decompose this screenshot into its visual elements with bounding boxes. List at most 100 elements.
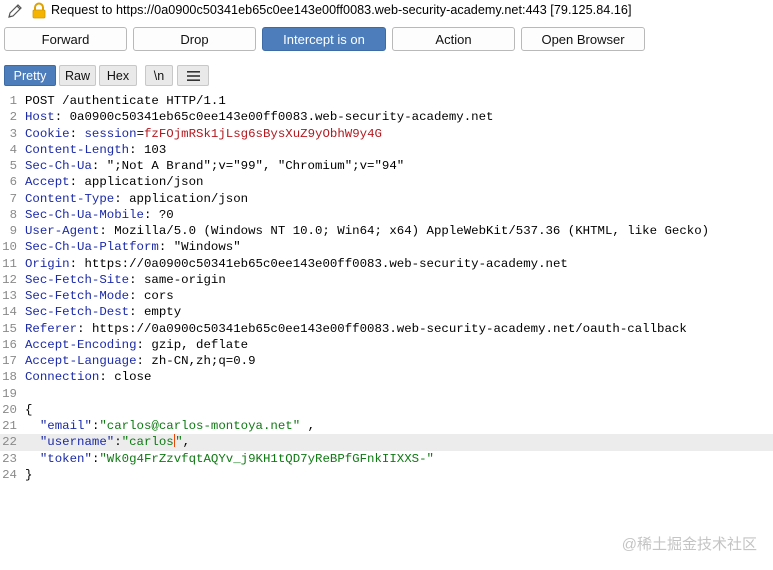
editor-line[interactable]: 16 Accept-Encoding: gzip, deflate: [0, 337, 773, 353]
tab-newline-toggle[interactable]: \n: [145, 65, 173, 86]
line-number: 20: [2, 402, 17, 417]
line-content: Sec-Ch-Ua-Platform: "Windows": [25, 240, 241, 255]
tab-pretty[interactable]: Pretty: [4, 65, 56, 86]
line-number: 6: [9, 175, 17, 190]
editor-line[interactable]: 15 Referer: https://0a0900c50341eb65c0ee1…: [0, 321, 773, 337]
line-content: Sec-Fetch-Mode: cors: [25, 289, 174, 303]
header-value: application/json: [129, 191, 249, 206]
header-name: Sec-Fetch-Site: [25, 272, 130, 287]
lock-icon: [32, 2, 46, 19]
header-value: 0a0900c50341eb65c0ee143e00ff0083.web-sec…: [69, 110, 494, 125]
request-editor[interactable]: 1 POST /authenticate HTTP/1.1 2 Host: 0a090…: [0, 93, 773, 570]
editor-line[interactable]: 11 Origin: https://0a0900c50341eb65c0ee14…: [0, 256, 773, 272]
header-value: ?0: [158, 207, 174, 222]
line-content: Cookie: session=fzFOjmRSk1jLsg6sBysXuZ9y…: [25, 126, 382, 141]
editor-line[interactable]: 14 Sec-Fetch-Dest: empty: [0, 304, 773, 320]
header-value: https://0a0900c50341eb65c0ee143e00ff0083…: [91, 321, 687, 336]
line-number: 3: [9, 126, 17, 141]
editor-line[interactable]: 24}: [0, 467, 773, 483]
header-value: cors: [143, 289, 174, 303]
editor-line[interactable]: 5 Sec-Ch-Ua: ";Not A Brand";v="99", "Chro…: [0, 158, 773, 174]
line-number: 5: [9, 159, 17, 173]
line-content: Sec-Ch-Ua: ";Not A Brand";v="99", "Chrom…: [25, 159, 405, 173]
editor-line[interactable]: 10 Sec-Ch-Ua-Platform: "Windows": [0, 239, 773, 255]
line-number: 8: [9, 207, 17, 222]
editor-line[interactable]: 22 "username":"carlos ",: [0, 434, 773, 451]
editor-line[interactable]: 8 Sec-Ch-Ua-Mobile: ?0: [0, 207, 773, 223]
editor-line[interactable]: 20 {: [0, 402, 773, 418]
header-name: User-Agent: [25, 224, 100, 238]
line-number: 12: [2, 272, 17, 287]
line-number: 24: [2, 467, 17, 482]
tab-hex[interactable]: Hex: [99, 65, 137, 86]
line-number: 4: [9, 142, 17, 157]
line-content: "username":"carlos ",: [39, 434, 191, 450]
editor-line[interactable]: 18 Connection: close: [0, 369, 773, 385]
intercept-toggle-button[interactable]: Intercept is on: [262, 27, 386, 51]
cookie-name: session: [84, 126, 137, 141]
line-content: Sec-Fetch-Site: same-origin: [25, 272, 226, 287]
editor-line[interactable]: 9 User-Agent: Mozilla/5.0 (Windows NT 10.…: [0, 223, 773, 239]
line-content: POST /authenticate HTTP/1.1: [25, 93, 226, 109]
editor-line[interactable]: 2 Host: 0a0900c50341eb65c0ee143e00ff0083.…: [0, 109, 773, 125]
line-content: Sec-Ch-Ua-Mobile: ?0: [25, 207, 174, 222]
drop-button[interactable]: Drop: [133, 27, 256, 51]
header-name: Accept: [25, 175, 70, 190]
json-value: "carlos: [121, 435, 174, 450]
editor-line[interactable]: 17 Accept-Language: zh-CN,zh;q=0.9: [0, 353, 773, 369]
hamburger-menu-icon: [186, 70, 200, 81]
header-name: Sec-Ch-Ua-Platform: [25, 240, 159, 255]
line-number: 15: [2, 321, 17, 336]
header-value: application/json: [84, 175, 204, 190]
editor-line[interactable]: 23 "token":"Wk0g4FrZzvfqtAQYv_j9KH1tQD7y…: [0, 451, 773, 467]
line-number: 10: [2, 240, 17, 255]
line-content: Content-Length: 103: [25, 142, 167, 157]
line-content: }: [25, 467, 32, 483]
header-name: Connection: [25, 370, 100, 385]
editor-line[interactable]: 12 Sec-Fetch-Site: same-origin: [0, 272, 773, 288]
editor-line[interactable]: 1 POST /authenticate HTTP/1.1: [0, 93, 773, 109]
line-number: 21: [2, 419, 17, 433]
line-content: {: [25, 402, 32, 418]
editor-line[interactable]: 7 Content-Type: application/json: [0, 191, 773, 207]
editor-line[interactable]: 3 Cookie: session=fzFOjmRSk1jLsg6sBysXuZ9…: [0, 126, 773, 142]
header-name: Host: [25, 110, 55, 125]
json-brace: }: [25, 467, 33, 482]
header-name: Accept-Encoding: [25, 337, 137, 352]
header-value: Mozilla/5.0 (Windows NT 10.0; Win64; x64…: [114, 224, 710, 238]
editor-line[interactable]: 21 "email":"carlos@carlos-montoya.net" ,: [0, 418, 773, 434]
header-name: Content-Type: [25, 191, 115, 206]
line-number: 2: [9, 110, 17, 125]
line-number: 23: [2, 451, 17, 466]
editor-line[interactable]: 13 Sec-Fetch-Mode: cors: [0, 288, 773, 304]
line-number: 13: [2, 289, 17, 303]
json-value-quote: ": [175, 435, 183, 450]
header-value: https://0a0900c50341eb65c0ee143e00ff0083…: [84, 256, 568, 271]
json-key: "email": [39, 419, 92, 433]
action-button[interactable]: Action: [392, 27, 515, 51]
line-content: Connection: close: [25, 370, 152, 385]
line-content: Referer: https://0a0900c50341eb65c0ee143…: [25, 321, 687, 336]
header-name: Cookie: [25, 126, 70, 141]
editor-line[interactable]: 19: [0, 386, 773, 402]
header-value: empty: [143, 305, 182, 320]
header-name: Origin: [25, 256, 70, 271]
pencil-icon[interactable]: [6, 2, 24, 20]
forward-button[interactable]: Forward: [4, 27, 127, 51]
request-title-bar: Request to https://0a0900c50341eb65c0ee1…: [0, 0, 773, 22]
header-value: 103: [143, 142, 167, 157]
line-content: Origin: https://0a0900c50341eb65c0ee143e…: [25, 256, 568, 271]
header-name: Sec-Fetch-Dest: [25, 305, 130, 320]
line-content: Sec-Fetch-Dest: empty: [25, 305, 182, 320]
json-value: "carlos@carlos-montoya.net": [99, 419, 301, 433]
line-content: Accept-Encoding: gzip, deflate: [25, 337, 249, 352]
line-content: Accept: application/json: [25, 175, 204, 190]
tab-raw[interactable]: Raw: [59, 65, 96, 86]
line-number: 22: [2, 435, 17, 450]
menu-button[interactable]: [177, 65, 209, 86]
line-content: "email":"carlos@carlos-montoya.net" ,: [39, 419, 316, 433]
editor-line[interactable]: 6 Accept: application/json: [0, 174, 773, 190]
line-number: 11: [2, 256, 17, 271]
editor-line[interactable]: 4 Content-Length: 103: [0, 142, 773, 158]
open-browser-button[interactable]: Open Browser: [521, 27, 645, 51]
